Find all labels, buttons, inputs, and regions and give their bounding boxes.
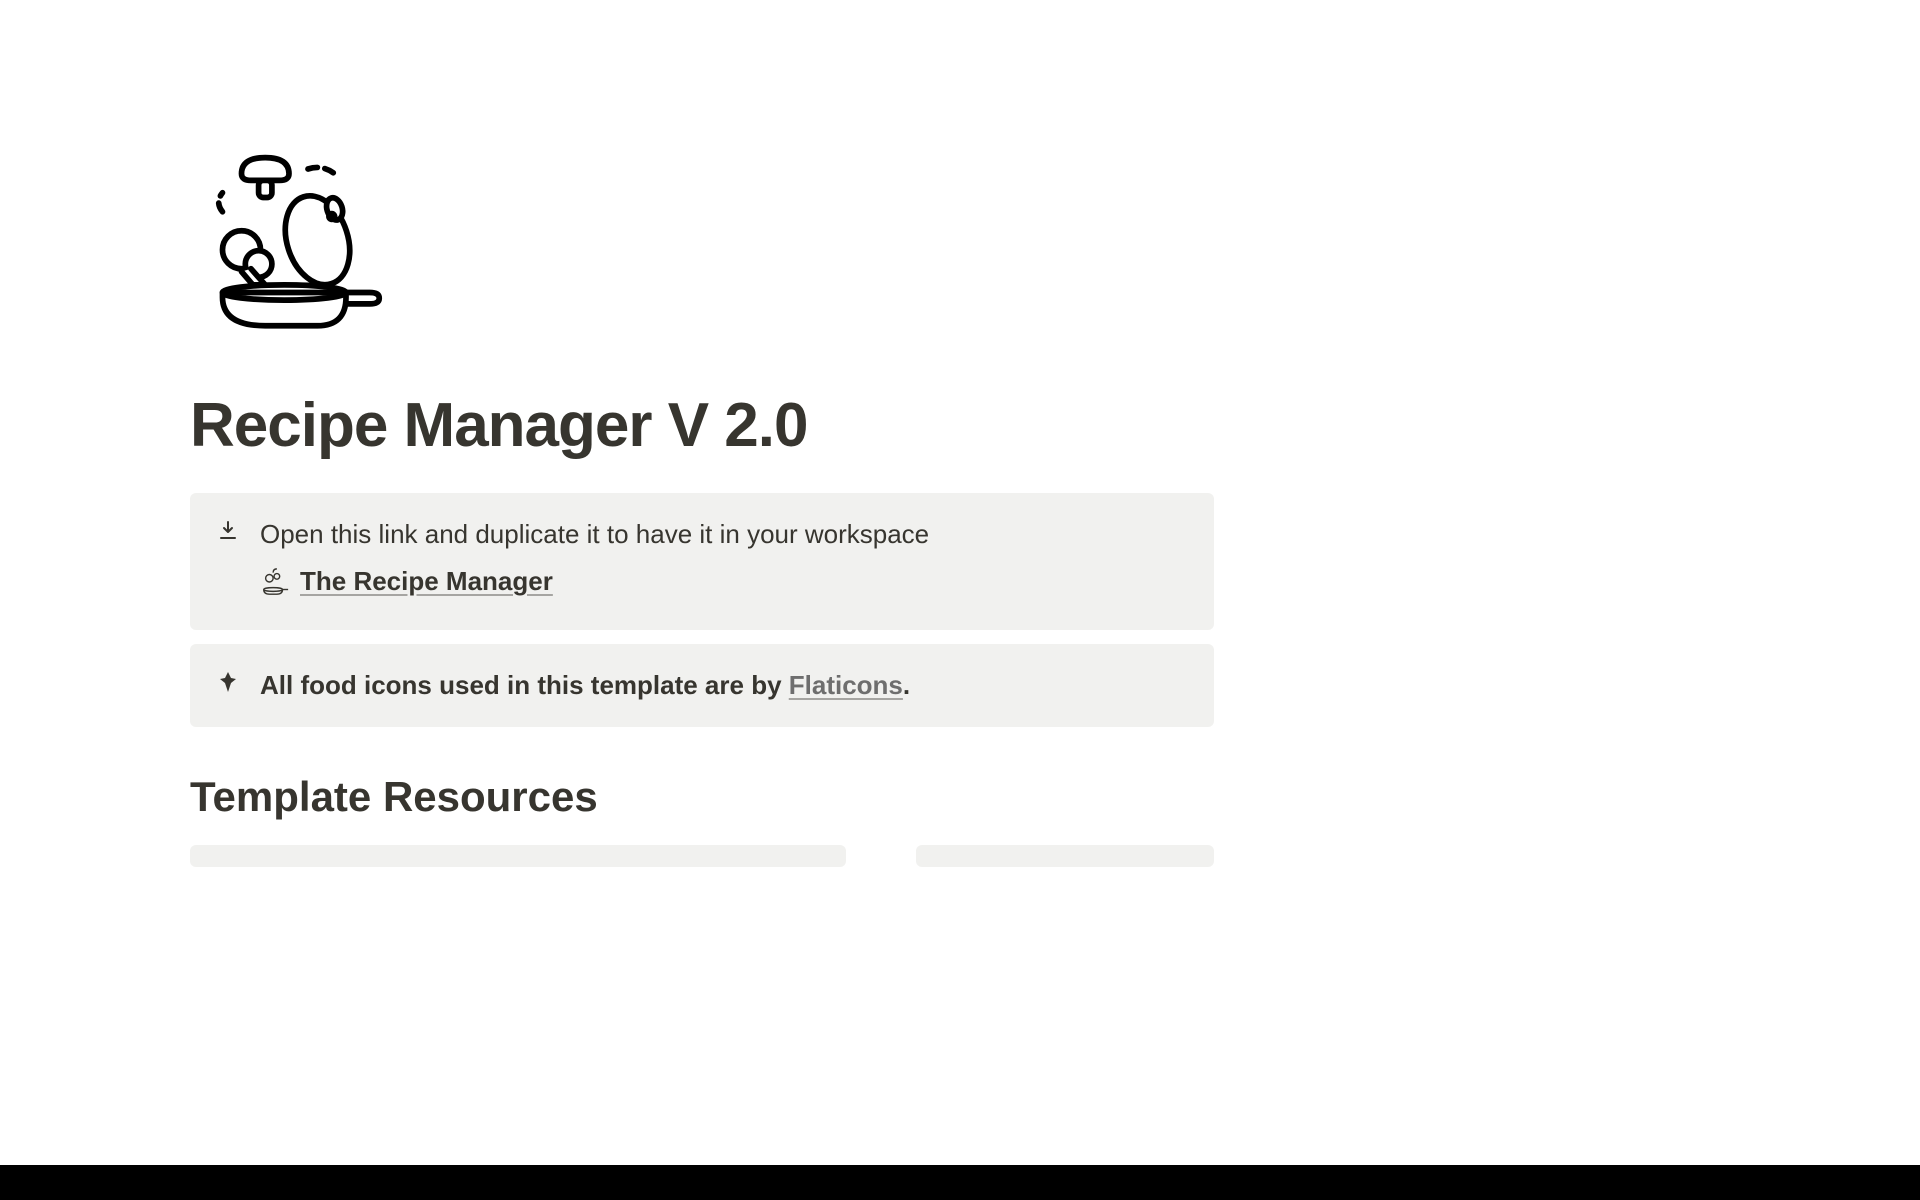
recipe-manager-link-label: The Recipe Manager bbox=[300, 562, 553, 601]
footer-bar bbox=[0, 1165, 1920, 1200]
resource-card[interactable] bbox=[190, 845, 846, 867]
cooking-small-icon bbox=[260, 567, 290, 597]
pin-icon bbox=[214, 668, 242, 696]
page-container: Recipe Manager V 2.0 Open this link and … bbox=[190, 0, 1214, 867]
recipe-manager-link[interactable]: The Recipe Manager bbox=[260, 562, 553, 601]
download-callout-text: Open this link and duplicate it to have … bbox=[260, 515, 1190, 554]
credit-callout-content: All food icons used in this template are… bbox=[260, 666, 1190, 705]
resource-row bbox=[190, 845, 1214, 867]
resource-card[interactable] bbox=[916, 845, 1214, 867]
flaticons-link[interactable]: Flaticons bbox=[789, 670, 903, 700]
template-resources-heading: Template Resources bbox=[190, 773, 1214, 821]
credit-text-before: All food icons used in this template are… bbox=[260, 670, 789, 700]
page-title: Recipe Manager V 2.0 bbox=[190, 390, 1214, 461]
credit-text-after: . bbox=[903, 670, 910, 700]
credit-callout: All food icons used in this template are… bbox=[190, 644, 1214, 727]
download-icon bbox=[214, 517, 242, 545]
download-callout-content: Open this link and duplicate it to have … bbox=[260, 515, 1190, 608]
download-callout: Open this link and duplicate it to have … bbox=[190, 493, 1214, 630]
cooking-pan-icon bbox=[194, 150, 384, 340]
